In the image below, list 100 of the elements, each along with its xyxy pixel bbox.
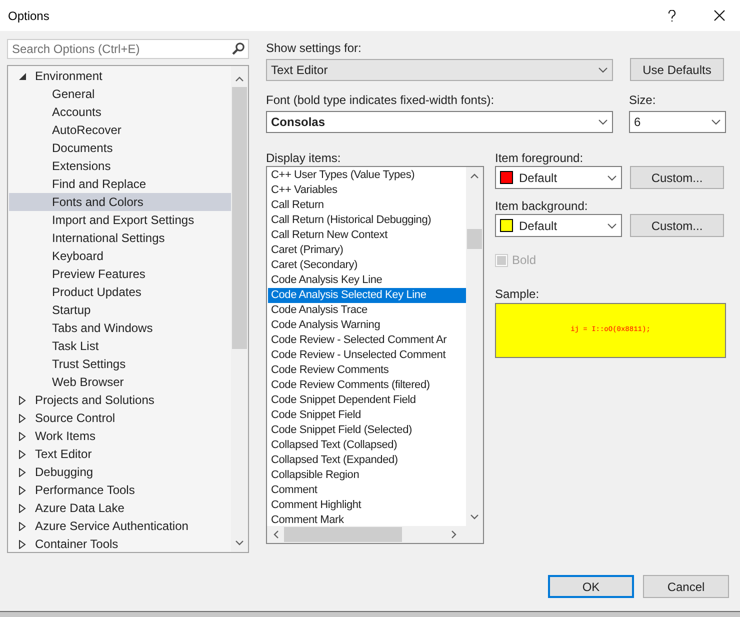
chevron-down-icon (598, 66, 608, 72)
scrollbar[interactable] (466, 167, 483, 526)
collapsed-arrow-icon[interactable] (19, 432, 26, 440)
help-icon[interactable] (668, 10, 676, 22)
list-item[interactable]: Call Return New Context (268, 228, 466, 243)
scroll-right-icon[interactable] (451, 530, 457, 539)
list-item[interactable]: Comment Highlight (268, 498, 466, 513)
tree-item[interactable]: Web Browser (9, 373, 231, 391)
collapsed-arrow-icon[interactable] (19, 396, 26, 404)
field-label: Display items: (266, 150, 342, 164)
chevron-down-icon (607, 222, 617, 228)
collapsed-arrow-icon[interactable] (19, 450, 26, 458)
tree-item[interactable]: Trust Settings (9, 355, 231, 373)
list-item[interactable]: Caret (Secondary) (268, 258, 466, 273)
list-item[interactable]: Call Return (268, 198, 466, 213)
scroll-thumb[interactable] (232, 87, 247, 349)
field-label: Item foreground: (495, 150, 584, 164)
dialog-button[interactable]: Cancel (643, 575, 729, 598)
custom-button[interactable]: Custom... (630, 166, 724, 189)
tree-item[interactable]: Tabs and Windows (9, 319, 231, 337)
color-dropdown[interactable]: Default (495, 214, 622, 237)
collapsed-arrow-icon[interactable] (19, 414, 26, 422)
tree-item[interactable]: Container Tools (34, 535, 120, 553)
scroll-down-icon[interactable] (470, 514, 479, 520)
list-item[interactable]: Code Analysis Key Line (268, 273, 466, 288)
list-item[interactable]: Comment (268, 483, 466, 498)
list-item[interactable]: C++ User Types (Value Types) (268, 168, 466, 183)
tree-item[interactable]: Debugging (34, 463, 94, 481)
tree-item[interactable]: Preview Features (9, 265, 231, 283)
tree-item[interactable]: Performance Tools (34, 481, 136, 499)
chevron-down-icon (711, 119, 721, 125)
tree-item[interactable]: Documents (9, 139, 231, 157)
list-item[interactable]: Collapsed Text (Collapsed) (268, 438, 466, 453)
list-item[interactable]: Caret (Primary) (268, 243, 466, 258)
tree-item[interactable]: Startup (9, 301, 231, 319)
list-item[interactable]: Comment Mark (268, 513, 466, 526)
search-icon[interactable] (232, 42, 245, 55)
tree-item[interactable]: Keyboard (9, 247, 231, 265)
tree-item[interactable]: International Settings (9, 229, 231, 247)
list-item[interactable]: Collapsed Text (Expanded) (268, 453, 466, 468)
tree-item[interactable]: Environment (34, 67, 104, 85)
size-dropdown[interactable]: 6 (629, 111, 726, 133)
scrollbar[interactable] (267, 526, 483, 543)
collapsed-arrow-icon[interactable] (19, 504, 26, 512)
scroll-thumb[interactable] (467, 229, 482, 249)
tree-item[interactable]: Accounts (9, 103, 231, 121)
collapsed-arrow-icon[interactable] (19, 522, 26, 530)
list-item[interactable]: Code Analysis Trace (268, 303, 466, 318)
collapsed-arrow-icon[interactable] (19, 468, 26, 476)
list-item[interactable]: Code Review - Unselected Comment (268, 348, 466, 363)
scroll-up-icon[interactable] (470, 173, 479, 179)
checkbox-label: Bold (512, 252, 536, 269)
list-item[interactable]: Code Analysis Warning (268, 318, 466, 333)
list-item[interactable]: Code Snippet Field (Selected) (268, 423, 466, 438)
field-label: Show settings for: (266, 40, 362, 54)
list-item[interactable]: Code Analysis Selected Key Line (268, 288, 466, 303)
chevron-down-icon (598, 119, 608, 125)
tree-item[interactable]: Text Editor (34, 445, 93, 463)
tree-item[interactable]: Fonts and Colors (9, 193, 231, 211)
dropdown-value: Default (519, 218, 558, 234)
list-item[interactable]: Code Snippet Dependent Field (268, 393, 466, 408)
search-field[interactable]: Search Options (Ctrl+E) (7, 39, 249, 59)
custom-button[interactable]: Custom... (630, 214, 724, 237)
list-item[interactable]: Call Return (Historical Debugging) (268, 213, 466, 228)
close-icon[interactable] (714, 10, 725, 21)
list-item[interactable]: Code Snippet Field (268, 408, 466, 423)
window-title: Options (8, 8, 50, 24)
use-defaults-button[interactable]: Use Defaults (630, 58, 724, 81)
color-dropdown[interactable]: Default (495, 166, 622, 189)
scroll-left-icon[interactable] (273, 530, 279, 539)
list-item[interactable]: Code Review - Selected Comment Ar (268, 333, 466, 348)
tree-item[interactable]: Import and Export Settings (9, 211, 231, 229)
list-item[interactable]: Collapsible Region (268, 468, 466, 483)
ok-button[interactable]: OK (548, 575, 634, 598)
chevron-down-icon (607, 174, 617, 180)
tree-item[interactable]: Projects and Solutions (34, 391, 156, 409)
tree-item[interactable]: AutoRecover (9, 121, 231, 139)
tree-item[interactable]: Find and Replace (9, 175, 231, 193)
tree-item[interactable]: Task List (9, 337, 231, 355)
font-dropdown[interactable]: Consolas (266, 111, 613, 133)
tree-item[interactable]: Product Updates (9, 283, 231, 301)
list-item[interactable]: Code Review Comments (268, 363, 466, 378)
tree-item[interactable]: Azure Service Authentication (34, 517, 190, 535)
tree-item[interactable]: General (9, 85, 231, 103)
collapsed-arrow-icon[interactable] (19, 486, 26, 494)
list-item[interactable]: Code Review Comments (filtered) (268, 378, 466, 393)
scroll-up-icon[interactable] (235, 76, 244, 82)
scroll-down-icon[interactable] (235, 540, 244, 546)
tree-item[interactable]: Azure Data Lake (34, 499, 126, 517)
tree-item[interactable]: Extensions (9, 157, 231, 175)
dropdown-value: Default (519, 170, 558, 186)
collapsed-arrow-icon[interactable] (19, 540, 26, 548)
expanded-arrow-icon[interactable] (19, 72, 26, 80)
tree-item[interactable]: Work Items (34, 427, 96, 445)
field-label: Item background: (495, 198, 589, 212)
scroll-thumb[interactable] (284, 527, 402, 542)
scrollbar[interactable] (231, 66, 248, 552)
show-settings-dropdown[interactable]: Text Editor (266, 58, 613, 80)
tree-item[interactable]: Source Control (34, 409, 116, 427)
list-item[interactable]: C++ Variables (268, 183, 466, 198)
